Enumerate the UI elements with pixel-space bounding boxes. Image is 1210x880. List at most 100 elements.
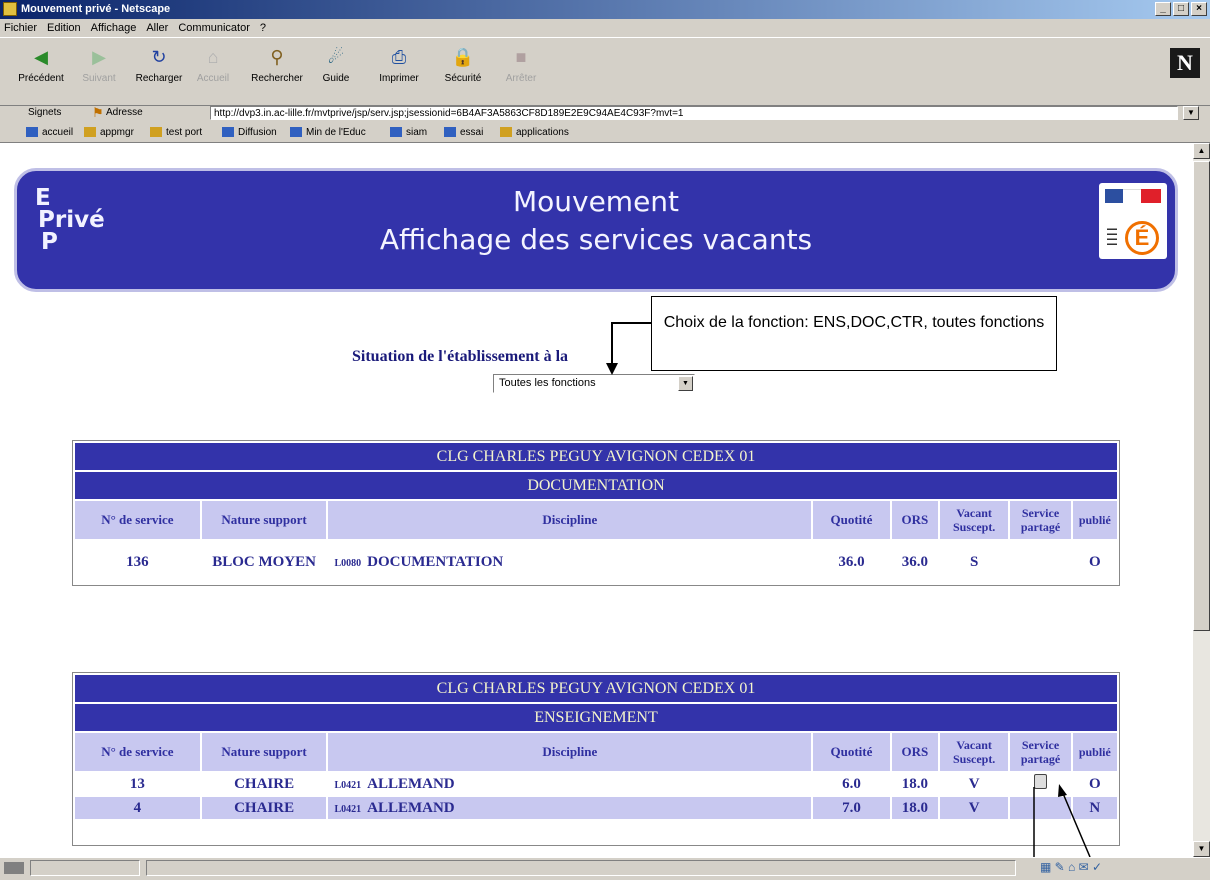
menu-affichage[interactable]: Affichage (91, 22, 137, 34)
cell-ors: 18.0 (891, 773, 938, 795)
minimize-button[interactable]: _ (1155, 2, 1171, 16)
menu-help[interactable]: ? (260, 22, 266, 34)
bookmark-essai[interactable]: essai (444, 127, 483, 138)
bookmark-label: essai (460, 127, 484, 138)
address-dropdown-icon[interactable]: ▼ (1183, 106, 1199, 120)
bookmark-label: Min de l'Educ (306, 127, 366, 138)
cell-vacant: V (939, 773, 1009, 795)
security-status-icon[interactable] (4, 862, 24, 874)
folder-icon (500, 127, 512, 138)
bookmark-label: appmgr (100, 127, 134, 138)
window-title: Mouvement privé - Netscape (21, 3, 171, 15)
cell-discipline: L0421 ALLEMAND (328, 773, 812, 795)
status-text-field (146, 860, 1016, 876)
bookmark-test-port[interactable]: test port (150, 127, 202, 138)
col-nature-support: Nature support (201, 733, 327, 771)
shared-service-icon[interactable] (1034, 774, 1048, 789)
menu-edition[interactable]: Edition (47, 22, 81, 34)
chevron-down-icon[interactable]: ▼ (678, 376, 693, 391)
cell-partage (1010, 773, 1071, 795)
cell-quotite: 7.0 (813, 797, 890, 819)
discipline-code: L0421 (334, 779, 362, 791)
col-discipline: Discipline (328, 733, 812, 771)
col-no-service: N° de service (75, 501, 200, 539)
cell-cut (813, 821, 890, 843)
cell-vacant: S (939, 541, 1009, 583)
cell-discipline: L0080 DOCUMENTATION (328, 541, 812, 583)
bookmark-min-educ[interactable]: Min de l'Educ (290, 127, 366, 138)
bookmark-icon (26, 127, 38, 138)
col-discipline: Discipline (328, 501, 812, 539)
security-label: Sécurité (444, 73, 482, 84)
search-button[interactable]: ⚲ Rechercher (248, 44, 306, 85)
printer-icon: ⎙ (391, 46, 407, 67)
bookmark-diffusion[interactable]: Diffusion (222, 127, 277, 138)
menu-communicator[interactable]: Communicator (178, 22, 250, 34)
flag-white (1123, 189, 1141, 204)
col-quotite: Quotité (813, 733, 890, 771)
forward-arrow-icon: ▶ (92, 46, 106, 67)
scroll-down-icon[interactable]: ▼ (1193, 841, 1210, 857)
title-bar: Mouvement privé - Netscape _ □ × (0, 0, 1210, 19)
cell-cut (939, 821, 1009, 843)
cell-no: 4 (75, 797, 200, 819)
address-input[interactable]: http://dvp3.in.ac-lille.fr/mvtprive/jsp/… (210, 106, 1178, 120)
stop-button[interactable]: ■ Arrêter (492, 44, 550, 85)
menu-aller[interactable]: Aller (146, 22, 168, 34)
function-header: DOCUMENTATION (75, 472, 1117, 499)
scroll-up-icon[interactable]: ▲ (1193, 143, 1210, 159)
netscape-logo[interactable]: N (1170, 48, 1200, 78)
personal-toolbar: accueil appmgr test port Diffusion Min d… (0, 124, 1210, 143)
cell-vacant: V (939, 797, 1009, 819)
home-button[interactable]: ⌂ Accueil (184, 44, 242, 85)
bookmark-icon (222, 127, 234, 138)
stop-icon: ■ (515, 46, 527, 67)
flag-blue (1105, 189, 1123, 203)
discipline-name: ALLEMAND (367, 775, 455, 792)
cell-quotite: 36.0 (813, 541, 890, 583)
education-e-icon: É (1125, 221, 1159, 255)
situation-title: Situation de l'établissement à la (352, 348, 569, 365)
address-label: Adresse (106, 107, 143, 118)
bookmark-applications[interactable]: applications (500, 127, 569, 138)
reload-button[interactable]: ↻ Recharger (130, 44, 188, 85)
close-button[interactable]: × (1191, 2, 1207, 16)
discipline-name: DOCUMENTATION (367, 553, 504, 570)
bookmark-accueil[interactable]: accueil (26, 127, 73, 138)
menu-fichier[interactable]: Fichier (4, 22, 37, 34)
forward-label: Suivant (82, 73, 116, 84)
security-button[interactable]: 🔒 Sécurité (434, 44, 492, 85)
reload-label: Recharger (135, 73, 183, 84)
guide-button[interactable]: ☄ Guide (307, 44, 365, 85)
folder-icon (84, 127, 96, 138)
col-vacant: Vacant Suscept. (939, 501, 1009, 539)
table-row: 136 BLOC MOYEN L0080 DOCUMENTATION 36.0 3… (75, 541, 1117, 583)
back-button[interactable]: ◀ Précédent (12, 44, 70, 85)
cell-cut (1072, 821, 1117, 843)
back-label: Précédent (18, 73, 64, 84)
forward-button[interactable]: ▶ Suivant (70, 44, 128, 85)
back-arrow-icon: ◀ (34, 46, 48, 67)
bookmark-appmgr[interactable]: appmgr (84, 127, 134, 138)
banner-title-line1: Mouvement (512, 185, 680, 218)
cell-publie: O (1072, 541, 1117, 583)
scroll-thumb[interactable] (1193, 161, 1210, 631)
function-select[interactable]: Toutes les fonctions ▼ (493, 374, 695, 393)
home-label: Accueil (196, 73, 230, 84)
establishment-header: CLG CHARLES PEGUY AVIGNON CEDEX 01 (75, 443, 1117, 470)
vertical-scrollbar[interactable]: ▲ ▼ (1193, 143, 1210, 857)
component-bar-icons[interactable]: ▦ ✎ ⌂ ✉ ✓ (1040, 860, 1102, 874)
stop-label: Arrêter (505, 73, 537, 84)
col-ors: ORS (891, 501, 938, 539)
maximize-button[interactable]: □ (1173, 2, 1189, 16)
cell-nature: CHAIRE (201, 797, 327, 819)
bookmarks-button[interactable]: Signets (28, 107, 61, 118)
home-icon: ⌂ (207, 46, 219, 67)
print-button[interactable]: ⎙ Imprimer (370, 44, 428, 85)
services-table-documentation: CLG CHARLES PEGUY AVIGNON CEDEX 01 DOCUM… (72, 440, 1120, 586)
col-ors: ORS (891, 733, 938, 771)
col-quotite: Quotité (813, 501, 890, 539)
bookmark-siam[interactable]: siam (390, 127, 427, 138)
page-content: E Privé P Mouvement Affichage des servic… (0, 143, 1193, 857)
print-label: Imprimer (379, 73, 419, 84)
